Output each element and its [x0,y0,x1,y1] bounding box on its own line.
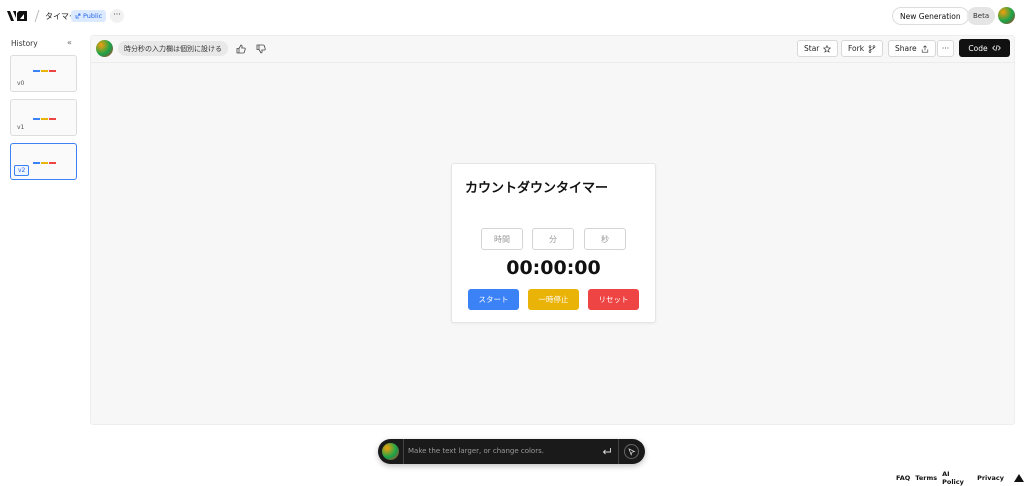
visibility-badge[interactable]: Public [71,10,107,22]
user-avatar[interactable] [998,7,1015,24]
chat-input[interactable]: Make the text larger, or change colors. [408,447,544,455]
chat-avatar [382,443,399,460]
version-label: v0 [17,80,25,87]
card-title: カウントダウンタイマー [465,181,609,196]
vercel-triangle-icon[interactable] [1014,474,1024,482]
divider [403,439,404,464]
share-button[interactable]: Share [888,40,936,57]
footer-link-terms[interactable]: Terms [915,474,937,482]
v0-logo-icon[interactable] [7,10,29,22]
preview-toolbar: 時分秒の入力欄は個別に設ける Star Fork Share ··· Code [91,36,1014,63]
version-thumb-v1[interactable]: v1 [10,99,77,136]
footer-link-faq[interactable]: FAQ [896,474,910,482]
thumb-preview [33,70,56,72]
start-button[interactable]: スタート [468,289,519,310]
footer-link-privacy[interactable]: Privacy [977,474,1004,482]
chat-input-bar: Make the text larger, or change colors. [378,439,645,464]
beta-badge[interactable]: Beta [967,7,996,25]
reset-button[interactable]: リセット [588,289,639,310]
new-generation-button[interactable]: New Generation [892,7,969,25]
fork-icon [868,44,876,53]
history-title: History [11,39,38,48]
prompt-message[interactable]: 時分秒の入力欄は個別に設ける [118,41,228,56]
minutes-input[interactable]: 分 [532,228,574,250]
fork-button[interactable]: Fork [841,40,884,57]
enter-icon[interactable] [602,447,612,456]
seconds-input[interactable]: 秒 [584,228,626,250]
preview-panel: 時分秒の入力欄は個別に設ける Star Fork Share ··· Code … [90,35,1015,425]
code-label: Code [968,43,988,53]
code-button[interactable]: Code [959,39,1010,57]
history-sidebar: History « v0 v1 v2 [7,35,81,425]
visibility-label: Public [83,12,103,20]
collapse-sidebar-icon[interactable]: « [67,38,72,47]
thumb-preview [33,118,56,120]
star-label: Star [804,44,820,53]
star-button[interactable]: Star [797,40,839,57]
version-label: v1 [17,124,25,131]
breadcrumb-separator [34,9,40,23]
version-thumb-v2[interactable]: v2 [10,143,77,180]
project-more-button[interactable]: ··· [110,9,124,23]
thumbs-up-icon[interactable] [236,44,246,54]
version-label: v2 [14,165,30,176]
message-avatar [96,40,113,57]
more-options-button[interactable]: ··· [937,40,954,57]
share-link-icon [75,13,81,19]
pointer-select-icon[interactable] [624,444,639,459]
hours-input[interactable]: 時間 [481,228,523,250]
share-label: Share [895,44,917,53]
fork-label: Fork [848,44,865,53]
cursor-icon [627,447,636,456]
share-icon [921,44,928,53]
code-icon [991,45,1001,51]
divider [618,439,619,464]
star-icon [823,44,832,53]
countdown-timer-card: カウントダウンタイマー 時間 分 秒 00:00:00 スタート 一時停止 リセ… [451,163,656,323]
top-bar: タイマー Public ··· New Generation Beta [0,0,1024,32]
timer-display: 00:00:00 [506,257,601,279]
thumb-preview [33,162,56,164]
thumbs-down-icon[interactable] [256,44,266,54]
version-thumb-v0[interactable]: v0 [10,55,77,92]
pause-button[interactable]: 一時停止 [528,289,579,310]
